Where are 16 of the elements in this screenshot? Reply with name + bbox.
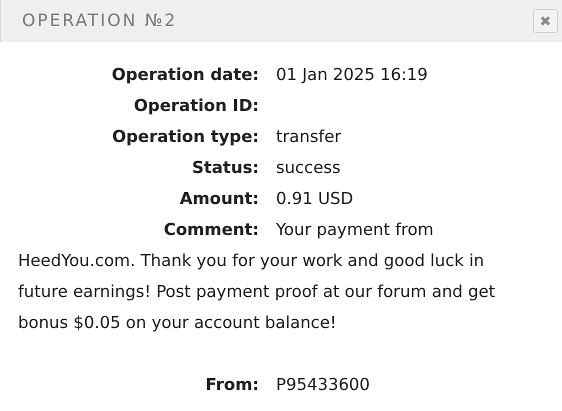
comment-text: HeedYou.com. Thank you for your work and good luck in future earnings! Post payment proof at our forum and get bonus $0.05 on your account balance! <box>18 250 496 334</box>
field-label: From: <box>204 375 259 394</box>
field-value: Your payment from <box>276 220 434 239</box>
field-value: transfer <box>276 127 342 146</box>
field-value: 0.91 USD <box>276 189 354 208</box>
field-label: Operation ID: <box>132 96 259 115</box>
field-label: Operation date: <box>110 65 259 84</box>
field-value: success <box>276 158 341 177</box>
close-button[interactable]: ✖ <box>533 9 558 33</box>
field-value: P95433600 <box>276 375 370 394</box>
field-label: Status: <box>191 158 259 177</box>
dialog-title: OPERATION №2 <box>22 11 178 31</box>
field-label: Amount: <box>178 189 259 208</box>
field-label: Comment: <box>162 220 259 239</box>
field-value: 01 Jan 2025 16:19 <box>276 65 428 84</box>
field-label: Operation type: <box>111 127 259 146</box>
